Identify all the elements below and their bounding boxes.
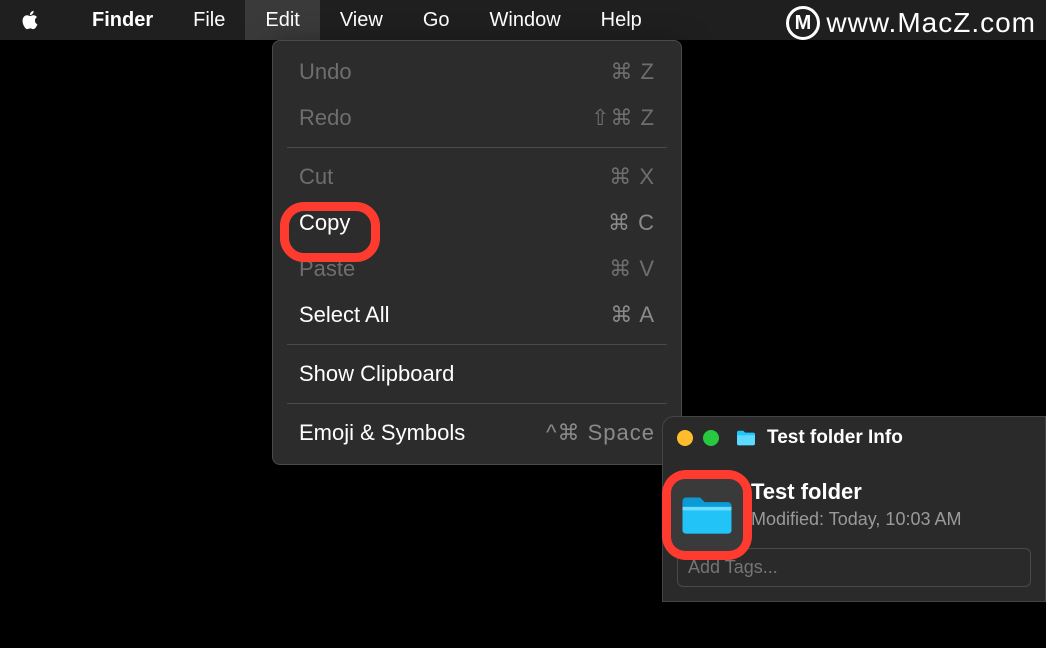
menu-copy-label: Copy bbox=[299, 210, 350, 236]
info-modified: Modified: Today, 10:03 AM bbox=[751, 509, 961, 530]
menu-emoji-symbols-label: Emoji & Symbols bbox=[299, 420, 465, 446]
info-details: Test folder Modified: Today, 10:03 AM bbox=[751, 479, 961, 530]
apple-logo-icon[interactable] bbox=[18, 8, 42, 32]
menu-cut[interactable]: Cut ⌘ X bbox=[273, 154, 681, 200]
titlebar-folder-icon bbox=[735, 429, 757, 447]
menubar-file[interactable]: File bbox=[173, 0, 245, 40]
menubar-window[interactable]: Window bbox=[470, 0, 581, 40]
window-close-button[interactable] bbox=[677, 430, 693, 446]
watermark-text: www.MacZ.com bbox=[826, 7, 1036, 39]
folder-icon-highlight-annotation bbox=[662, 470, 752, 560]
menu-redo[interactable]: Redo ⇧⌘ Z bbox=[273, 95, 681, 141]
menu-divider bbox=[287, 344, 667, 345]
menu-cut-label: Cut bbox=[299, 164, 333, 190]
menu-cut-shortcut: ⌘ X bbox=[609, 164, 655, 190]
info-titlebar[interactable]: Test folder Info bbox=[663, 417, 1045, 459]
menu-divider bbox=[287, 403, 667, 404]
menu-emoji-symbols-shortcut: ^⌘ Space bbox=[546, 420, 655, 446]
menubar-app-name[interactable]: Finder bbox=[72, 0, 173, 40]
info-folder-name: Test folder bbox=[751, 479, 961, 505]
menu-copy-shortcut: ⌘ C bbox=[608, 210, 655, 236]
info-modified-value: Today, 10:03 AM bbox=[829, 509, 962, 529]
window-minimize-button[interactable] bbox=[703, 430, 719, 446]
watermark: M www.MacZ.com bbox=[786, 6, 1036, 40]
menubar-go[interactable]: Go bbox=[403, 0, 470, 40]
menu-undo-shortcut: ⌘ Z bbox=[610, 59, 655, 85]
menu-redo-label: Redo bbox=[299, 105, 352, 131]
menubar-view[interactable]: View bbox=[320, 0, 403, 40]
menu-select-all[interactable]: Select All ⌘ A bbox=[273, 292, 681, 338]
menu-show-clipboard[interactable]: Show Clipboard bbox=[273, 351, 681, 397]
menu-select-all-shortcut: ⌘ A bbox=[610, 302, 655, 328]
info-header: Test folder Modified: Today, 10:03 AM bbox=[751, 459, 1031, 530]
menu-divider bbox=[287, 147, 667, 148]
menu-paste-label: Paste bbox=[299, 256, 355, 282]
watermark-logo-icon: M bbox=[786, 6, 820, 40]
menu-undo[interactable]: Undo ⌘ Z bbox=[273, 49, 681, 95]
menu-undo-label: Undo bbox=[299, 59, 352, 85]
info-window-title: Test folder Info bbox=[767, 427, 903, 449]
menubar-edit[interactable]: Edit bbox=[245, 0, 319, 40]
menubar-help[interactable]: Help bbox=[581, 0, 662, 40]
menu-copy[interactable]: Copy ⌘ C bbox=[273, 200, 681, 246]
menu-paste[interactable]: Paste ⌘ V bbox=[273, 246, 681, 292]
menu-show-clipboard-label: Show Clipboard bbox=[299, 361, 454, 387]
info-folder-icon[interactable] bbox=[671, 479, 743, 551]
menu-redo-shortcut: ⇧⌘ Z bbox=[591, 105, 655, 131]
edit-menu-dropdown: Undo ⌘ Z Redo ⇧⌘ Z Cut ⌘ X Copy ⌘ C Past… bbox=[272, 40, 682, 465]
menu-paste-shortcut: ⌘ V bbox=[609, 256, 655, 282]
menu-emoji-symbols[interactable]: Emoji & Symbols ^⌘ Space bbox=[273, 410, 681, 456]
info-modified-label: Modified: bbox=[751, 509, 824, 529]
menu-select-all-label: Select All bbox=[299, 302, 390, 328]
